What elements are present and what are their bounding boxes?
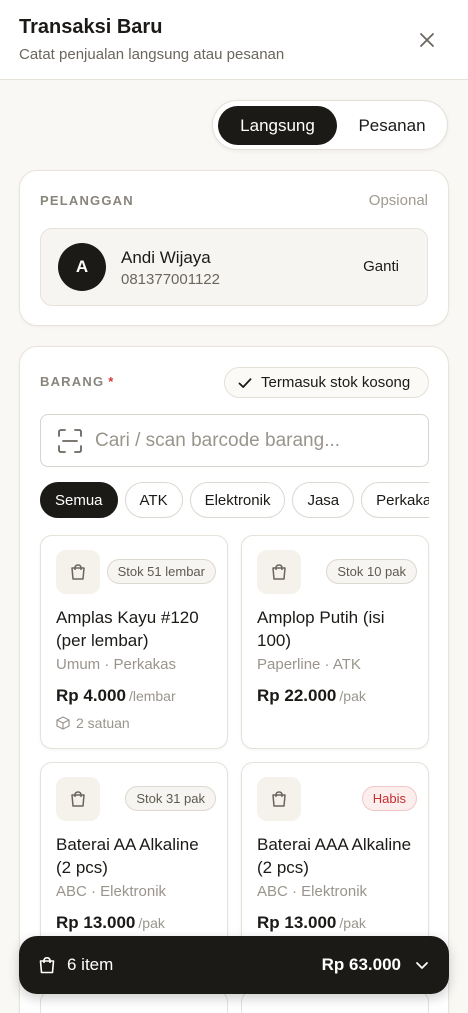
category-chip-elektronik[interactable]: Elektronik — [189, 482, 286, 518]
include-empty-stock-label: Termasuk stok kosong — [261, 374, 411, 391]
price-value: Rp 13.000 — [56, 913, 136, 932]
close-icon — [420, 33, 434, 47]
product-meta: ABC · Elektronik — [257, 883, 368, 900]
product-thumbnail — [56, 550, 100, 594]
price-unit: /pak — [138, 915, 165, 931]
shopping-bag-icon — [272, 564, 286, 580]
category-chip-jasa[interactable]: Jasa — [292, 482, 355, 518]
package-icon — [56, 716, 70, 730]
optional-label: Opsional — [368, 192, 428, 209]
price-unit: /pak — [339, 915, 366, 931]
product-meta: ABC · Elektronik — [56, 883, 167, 900]
category-filter: SemuaATKElektronikJasaPerkakas — [40, 482, 429, 520]
check-icon — [238, 377, 252, 388]
price-value: Rp 13.000 — [257, 913, 337, 932]
stock-badge: Stok 31 pak — [125, 786, 216, 811]
product-name: Baterai AA Alkaline (2 pcs) — [56, 835, 199, 877]
price-value: Rp 22.000 — [257, 686, 337, 705]
product-name: Amplas Kayu #120 (per lembar) — [56, 608, 199, 650]
mode-option-pesanan[interactable]: Pesanan — [341, 106, 443, 145]
product-thumbnail — [56, 777, 100, 821]
barcode-scan-icon[interactable] — [57, 428, 83, 454]
search-input[interactable] — [95, 427, 415, 455]
product-price: Rp 4.000/lembar — [56, 686, 176, 706]
product-meta: Paperline · ATK — [257, 656, 361, 673]
stock-badge: Stok 51 lembar — [106, 559, 216, 584]
product-name: Amplop Putih (isi 100) — [257, 608, 385, 650]
shopping-bag-icon — [71, 564, 85, 580]
mode-toggle: Langsung Pesanan — [212, 100, 448, 150]
selected-customer: A Andi Wijaya 081377001122 Ganti — [40, 228, 428, 306]
required-mark: * — [108, 374, 115, 389]
product-thumbnail — [257, 777, 301, 821]
product-meta: Umum · Perkakas — [56, 656, 177, 673]
change-customer-button[interactable]: Ganti — [363, 258, 399, 275]
items-card: BARANG* Termasuk stok kosong SemuaATKEle… — [19, 346, 449, 1013]
avatar: A — [58, 243, 106, 291]
close-button[interactable] — [414, 27, 440, 53]
items-label-text: BARANG — [40, 374, 105, 389]
cart-item-count: 6 item — [67, 955, 114, 974]
customer-card: PELANGGAN Opsional A Andi Wijaya 0813770… — [19, 170, 449, 326]
customer-name: Andi Wijaya — [121, 248, 211, 267]
price-unit: /pak — [339, 688, 366, 704]
chevron-down-icon[interactable] — [413, 956, 431, 974]
page-title: Transaksi Baru — [19, 16, 163, 38]
product-card[interactable]: Stok 10 pak Amplop Putih (isi 100) Paper… — [241, 535, 429, 749]
cart-summary-bar[interactable]: 6 item Rp 63.000 — [19, 936, 449, 994]
price-unit: /lembar — [128, 688, 176, 704]
shopping-bag-icon — [71, 791, 85, 807]
out-of-stock-badge: Habis — [361, 786, 417, 811]
product-name: Baterai AAA Alkaline (2 pcs) — [257, 835, 412, 877]
customer-section-label: PELANGGAN — [40, 193, 134, 208]
category-chip-atk[interactable]: ATK — [124, 482, 183, 518]
product-card[interactable]: Stok 51 lembar Amplas Kayu #120 (per lem… — [40, 535, 228, 749]
search-field[interactable] — [40, 414, 429, 467]
category-chip-perkakas[interactable]: Perkakas — [361, 482, 429, 518]
stock-badge: Stok 10 pak — [326, 559, 417, 584]
price-value: Rp 4.000 — [56, 686, 126, 705]
shopping-bag-icon — [39, 957, 55, 974]
product-price: Rp 13.000/pak — [257, 913, 366, 933]
category-chip-semua[interactable]: Semua — [40, 482, 118, 518]
product-thumbnail — [257, 550, 301, 594]
mode-option-langsung[interactable]: Langsung — [218, 106, 337, 145]
cart-total: Rp 63.000 — [321, 955, 401, 974]
shopping-bag-icon — [272, 791, 286, 807]
units-count: 2 satuan — [76, 715, 130, 731]
items-section-label: BARANG * — [40, 374, 115, 389]
product-price: Rp 13.000/pak — [56, 913, 165, 933]
page-subtitle: Catat penjualan langsung atau pesanan — [19, 46, 285, 63]
product-price: Rp 22.000/pak — [257, 686, 366, 706]
page-header: Transaksi Baru Catat penjualan langsung … — [0, 0, 468, 80]
customer-phone: 081377001122 — [121, 271, 220, 288]
include-empty-stock-toggle[interactable]: Termasuk stok kosong — [224, 367, 429, 398]
product-units: 2 satuan — [56, 715, 130, 731]
